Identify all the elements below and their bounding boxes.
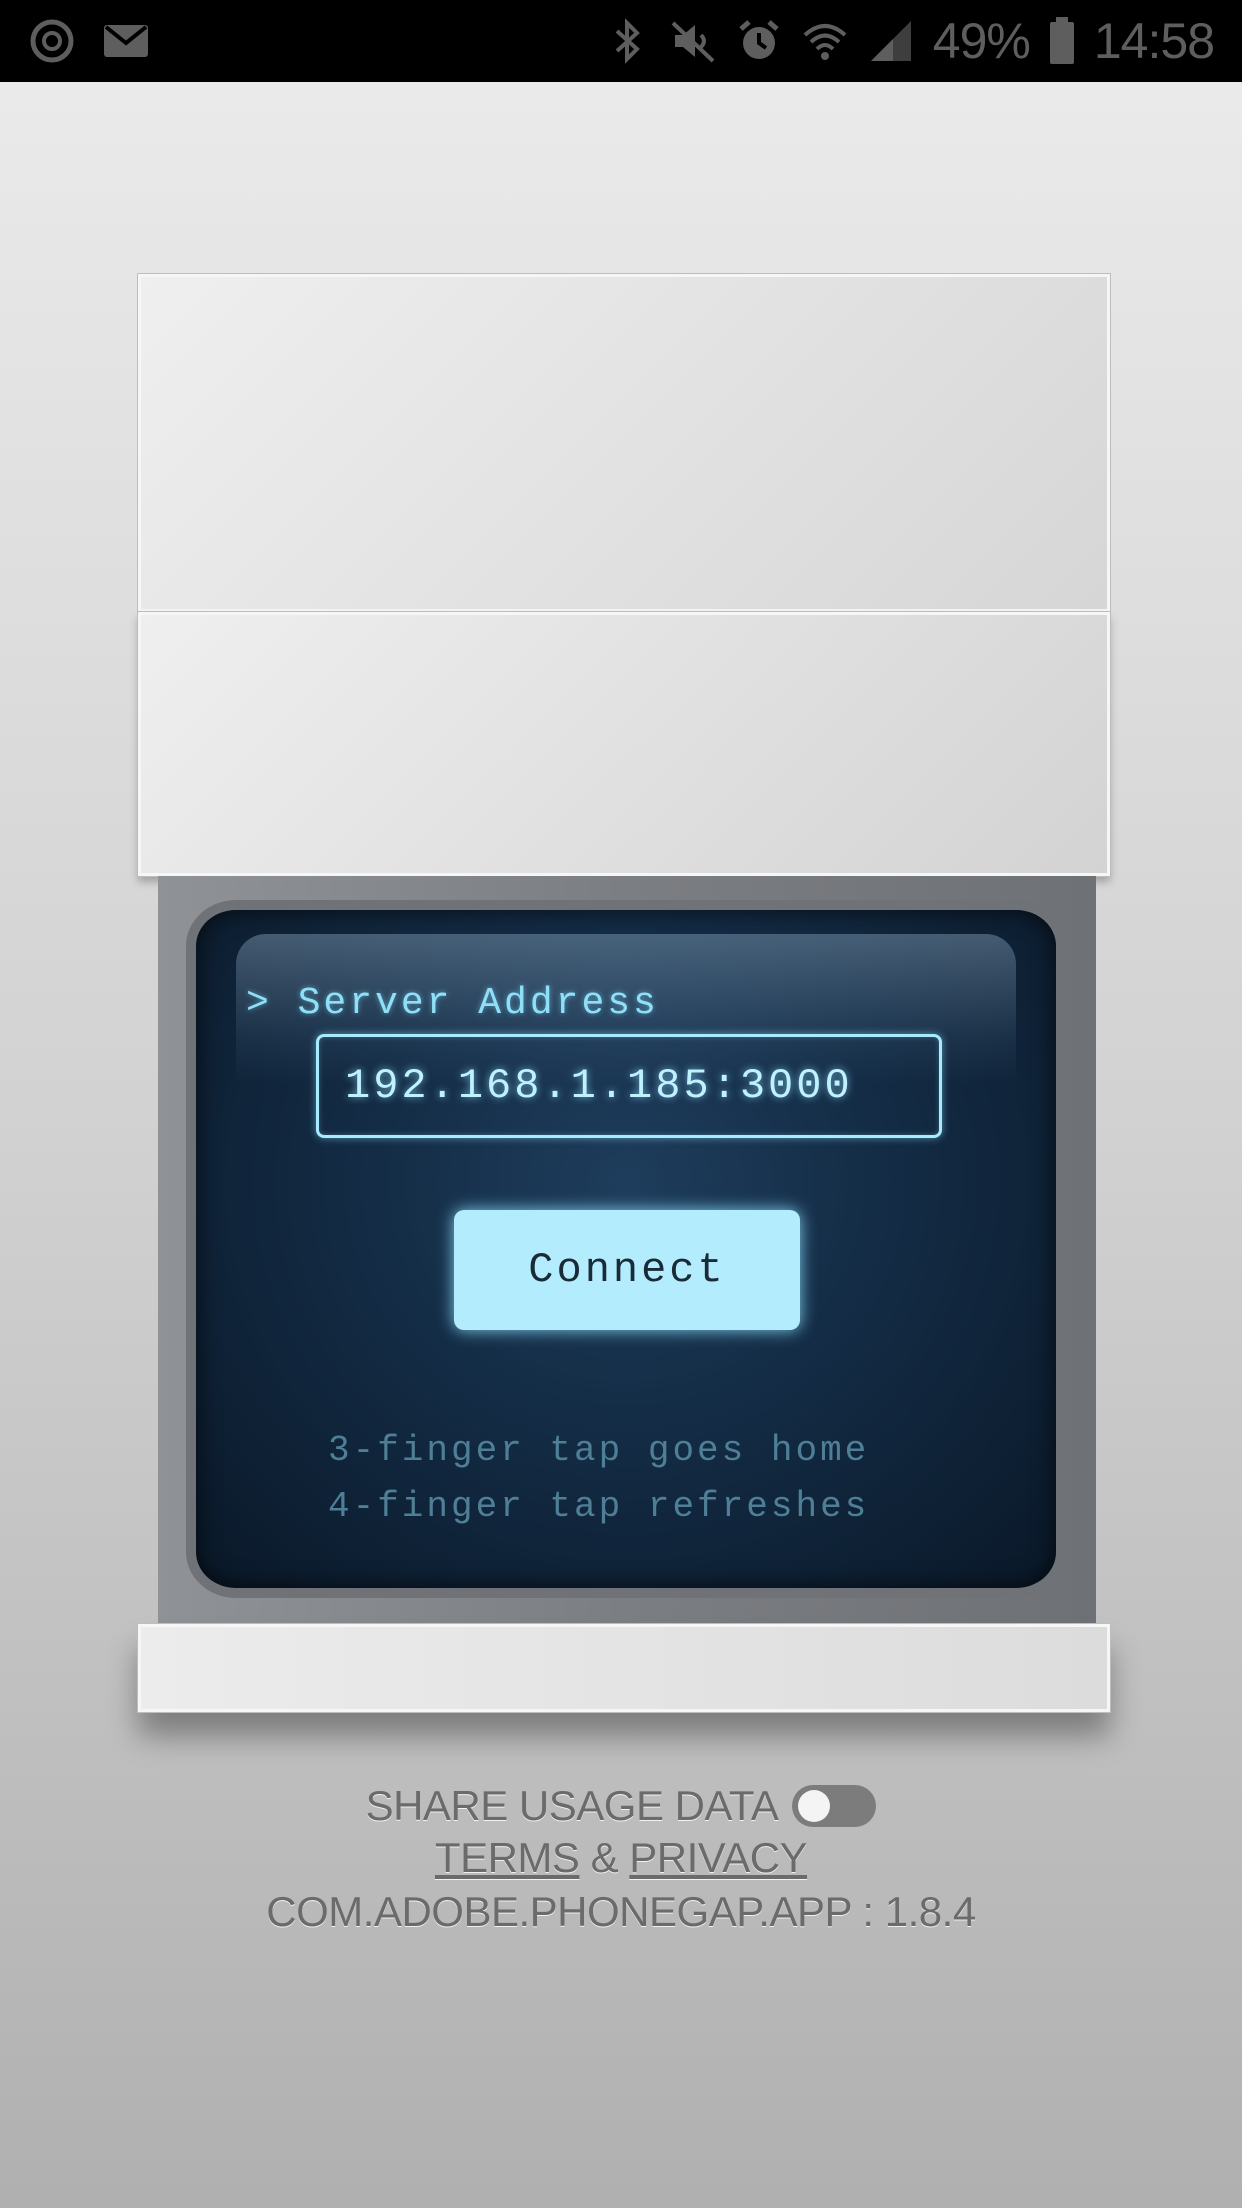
share-usage-label: SHARE USAGE DATA: [365, 1782, 779, 1829]
toggle-knob: [798, 1790, 831, 1822]
battery-icon: [1049, 17, 1074, 64]
alarm-icon: [739, 20, 779, 59]
ampersand: &: [590, 1834, 619, 1881]
legal-links-row: TERMS & PRIVACY: [0, 1834, 1242, 1882]
bluetooth-icon: [615, 18, 640, 64]
mail-icon: [104, 25, 148, 57]
terms-link[interactable]: TERMS: [435, 1834, 580, 1881]
hint-refresh: 4-finger tap refreshes: [328, 1486, 870, 1527]
device-top-panel: [138, 274, 1110, 612]
status-bar: 49% 14:58: [0, 0, 1242, 82]
privacy-link[interactable]: PRIVACY: [629, 1834, 807, 1881]
hint-home: 3-finger tap goes home: [328, 1430, 870, 1471]
monitor-screen: > Server Address 192.168.1.185:3000 Conn…: [196, 910, 1056, 1588]
battery-percent: 49%: [932, 13, 1031, 69]
app-version: COM.ADOBE.PHONEGAP.APP : 1.8.4: [266, 1888, 976, 1935]
clock: 14:58: [1093, 13, 1215, 69]
power-icon: [30, 19, 74, 63]
server-address-label: > Server Address: [246, 982, 659, 1025]
share-usage-row: SHARE USAGE DATA: [0, 1782, 1242, 1830]
server-address-input[interactable]: 192.168.1.185:3000: [316, 1034, 942, 1138]
mute-icon: [671, 21, 715, 63]
connect-button[interactable]: Connect: [454, 1210, 800, 1330]
device-middle-panel: [138, 612, 1110, 876]
device-bottom-panel: [138, 1624, 1110, 1712]
wifi-icon: [803, 24, 847, 60]
signal-icon: [870, 21, 911, 61]
share-usage-toggle[interactable]: [792, 1785, 877, 1827]
